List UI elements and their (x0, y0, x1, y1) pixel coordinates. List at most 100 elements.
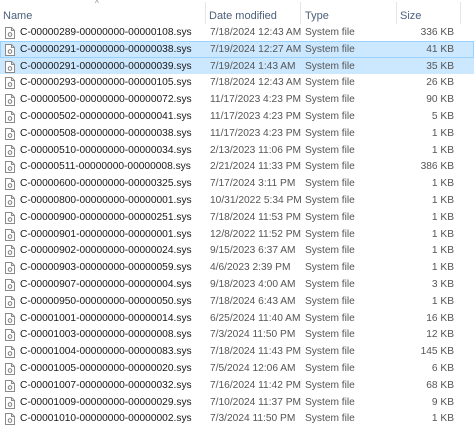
file-row[interactable]: C-00000510-00000000-00000034.sys 2/13/202… (0, 142, 474, 159)
column-divider[interactable] (205, 2, 206, 24)
file-row[interactable]: C-00000508-00000000-00000038.sys 11/17/20… (0, 125, 474, 142)
file-row[interactable]: C-00000800-00000000-00000001.sys 10/31/20… (0, 192, 474, 209)
system-file-icon (5, 178, 15, 191)
system-file-icon (5, 413, 15, 426)
file-size: 1 KB (431, 127, 454, 139)
file-date-modified: 2/21/2024 11:33 PM (210, 161, 302, 173)
file-row[interactable]: C-00001007-00000000-00000032.sys 7/16/202… (0, 377, 474, 394)
file-type: System file (305, 379, 355, 391)
file-size: 6 KB (431, 362, 454, 374)
file-type: System file (305, 94, 355, 106)
file-size: 1 KB (431, 295, 454, 307)
system-file-icon (5, 379, 15, 392)
file-row[interactable]: C-00001001-00000000-00000014.sys 6/25/202… (0, 310, 474, 327)
column-header-type[interactable]: Type (305, 0, 329, 26)
file-type: System file (305, 346, 355, 358)
system-file-icon (5, 245, 15, 258)
file-date-modified: 7/16/2024 11:42 PM (210, 379, 302, 391)
column-divider[interactable] (300, 2, 301, 24)
file-date-modified: 11/17/2023 4:23 PM (210, 110, 302, 122)
system-file-icon (5, 77, 15, 90)
file-row[interactable]: C-00001003-00000000-00000008.sys 7/3/2024… (0, 326, 474, 343)
system-file-icon (5, 127, 15, 140)
file-name: C-00000511-00000000-00000008.sys (20, 161, 191, 173)
file-type: System file (305, 396, 355, 408)
file-size: 3 KB (431, 278, 454, 290)
file-size: 5 KB (431, 110, 454, 122)
file-type: System file (305, 77, 355, 89)
file-size: 1 KB (431, 413, 454, 425)
system-file-icon (5, 211, 15, 224)
file-type: System file (305, 262, 355, 274)
file-row[interactable]: C-00000511-00000000-00000008.sys 2/21/202… (0, 158, 474, 175)
column-header-date-modified[interactable]: Date modified (209, 0, 277, 26)
file-type: System file (305, 127, 355, 139)
file-size: 1 KB (431, 194, 454, 206)
file-type: System file (305, 27, 355, 38)
file-row[interactable]: C-00001005-00000000-00000020.sys 7/5/2024… (0, 360, 474, 377)
file-row[interactable]: C-00000500-00000000-00000072.sys 11/17/20… (0, 91, 474, 108)
file-size: 41 KB (426, 43, 454, 55)
file-date-modified: 7/3/2024 11:50 PM (210, 413, 296, 425)
file-date-modified: 7/10/2024 11:37 PM (210, 396, 302, 408)
file-row[interactable]: C-00000291-00000000-00000038.sys 7/19/202… (0, 40, 474, 58)
file-type: System file (305, 43, 355, 55)
file-type: System file (305, 295, 355, 307)
file-type: System file (305, 110, 355, 122)
system-file-icon (5, 43, 15, 56)
file-row[interactable]: C-00000901-00000000-00000001.sys 12/8/202… (0, 226, 474, 243)
file-name: C-00001003-00000000-00000008.sys (20, 329, 192, 341)
file-row[interactable]: C-00000291-00000000-00000039.sys 7/19/202… (0, 57, 474, 75)
system-file-icon (5, 396, 15, 409)
file-date-modified: 7/18/2024 6:43 AM (210, 295, 296, 307)
file-name: C-00000907-00000000-00000004.sys (20, 278, 192, 290)
file-name: C-00000901-00000000-00000001.sys (20, 228, 192, 240)
file-row[interactable]: C-00000293-00000000-00000105.sys 7/18/202… (0, 74, 474, 91)
system-file-icon (5, 346, 15, 359)
system-file-icon (5, 110, 15, 123)
file-date-modified: 9/15/2023 6:37 AM (210, 245, 296, 257)
file-row[interactable]: C-00000950-00000000-00000050.sys 7/18/202… (0, 293, 474, 310)
column-header-bar: ^ Name Date modified Type Size (0, 0, 474, 26)
file-date-modified: 7/18/2024 12:43 AM (210, 27, 302, 38)
column-header-size[interactable]: Size (400, 0, 421, 26)
system-file-icon (5, 161, 15, 174)
file-row[interactable]: C-00000902-00000000-00000024.sys 9/15/202… (0, 242, 474, 259)
file-name: C-00000508-00000000-00000038.sys (20, 127, 192, 139)
file-row[interactable]: C-00000907-00000000-00000004.sys 9/18/202… (0, 276, 474, 293)
file-date-modified: 9/18/2023 4:00 AM (210, 278, 296, 290)
system-file-icon (5, 262, 15, 275)
column-header-name[interactable]: Name (3, 0, 32, 26)
file-row[interactable]: C-00000903-00000000-00000059.sys 4/6/2023… (0, 259, 474, 276)
file-row[interactable]: C-00000600-00000000-00000325.sys 7/17/202… (0, 175, 474, 192)
column-divider[interactable] (396, 2, 397, 24)
file-size: 336 KB (420, 27, 454, 38)
file-name: C-00000800-00000000-00000001.sys (20, 194, 192, 206)
file-name: C-00000510-00000000-00000034.sys (20, 144, 192, 156)
file-name: C-00000902-00000000-00000024.sys (20, 245, 192, 257)
file-name: C-00000289-00000000-00000108.sys (20, 27, 192, 38)
file-date-modified: 7/3/2024 11:50 PM (210, 329, 296, 341)
column-divider[interactable] (460, 2, 461, 24)
file-row[interactable]: C-00001010-00000000-00000002.sys 7/3/2024… (0, 410, 474, 427)
file-date-modified: 7/17/2024 3:11 PM (210, 178, 296, 190)
file-type: System file (305, 312, 355, 324)
file-size: 35 KB (426, 60, 454, 72)
file-size: 1 KB (431, 144, 454, 156)
file-name: C-00000903-00000000-00000059.sys (20, 262, 192, 274)
file-row[interactable]: C-00000289-00000000-00000108.sys 7/18/202… (0, 24, 474, 41)
file-row[interactable]: C-00001004-00000000-00000083.sys 7/18/202… (0, 343, 474, 360)
file-name: C-00001001-00000000-00000014.sys (20, 312, 192, 324)
file-type: System file (305, 413, 355, 425)
file-size: 90 KB (426, 94, 454, 106)
file-type: System file (305, 178, 355, 190)
file-name: C-00001004-00000000-00000083.sys (20, 346, 192, 358)
file-type: System file (305, 245, 355, 257)
file-size: 1 KB (431, 211, 454, 223)
file-type: System file (305, 278, 355, 290)
file-size: 68 KB (426, 379, 454, 391)
file-name: C-00000500-00000000-00000072.sys (20, 94, 192, 106)
file-row[interactable]: C-00000900-00000000-00000251.sys 7/18/202… (0, 209, 474, 226)
file-row[interactable]: C-00000502-00000000-00000041.sys 11/17/20… (0, 108, 474, 125)
file-row[interactable]: C-00001009-00000000-00000029.sys 7/10/202… (0, 394, 474, 411)
